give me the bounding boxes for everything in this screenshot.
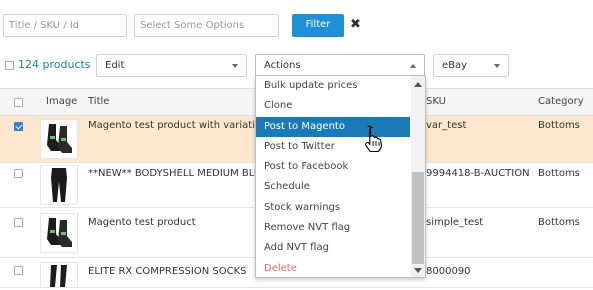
column-header-category[interactable]: Category (538, 88, 584, 116)
product-thumbnail (40, 119, 78, 159)
edit-select[interactable]: Edit (96, 54, 247, 77)
chevron-down-icon (232, 64, 238, 68)
product-thumbnail (40, 165, 78, 205)
chevron-down-icon (494, 64, 500, 68)
menu-item-post-to-magento[interactable]: Post to Magento (256, 116, 410, 137)
actions-select-label: Actions (264, 60, 301, 71)
row-checkbox[interactable] (14, 218, 23, 227)
menu-item-clone[interactable]: Clone (256, 96, 410, 116)
compression-socks-image (50, 265, 67, 287)
select-all-checkbox[interactable] (5, 61, 14, 70)
channel-select[interactable]: eBay (433, 54, 509, 77)
scrollbar-thumb[interactable] (412, 172, 424, 264)
row-sku: 8000090 (426, 266, 471, 277)
row-category: Bottoms (538, 168, 580, 179)
edit-select-label: Edit (105, 60, 125, 71)
socks-image (47, 124, 72, 153)
row-category: Bottoms (538, 217, 580, 228)
clear-filter-icon[interactable]: ✖ (350, 17, 361, 32)
actions-dropdown-menu: Bulk update prices Clone Post to Magento Po… (255, 75, 426, 278)
menu-item-post-to-facebook[interactable]: Post to Facebook (256, 157, 410, 177)
actions-menu-list: Bulk update prices Clone Post to Magento Po… (256, 76, 410, 279)
hand-cursor-icon (365, 125, 382, 152)
actions-select[interactable]: Actions (255, 54, 425, 77)
scroll-down-arrow-icon[interactable] (414, 268, 422, 273)
product-thumbnail (40, 262, 78, 288)
products-count-link[interactable]: 124 products (18, 58, 91, 71)
row-title: Magento test product (88, 217, 196, 228)
menu-scrollbar[interactable] (411, 76, 425, 277)
row-title: ELITE RX COMPRESSION SOCKS (88, 266, 247, 277)
row-sku: var_test (426, 120, 467, 131)
scroll-up-arrow-icon[interactable] (414, 82, 422, 87)
socks-image (47, 218, 72, 247)
menu-item-stock-warnings[interactable]: Stock warnings (256, 198, 410, 218)
row-title: Magento test product with variations (88, 120, 273, 131)
row-checkbox[interactable] (14, 122, 23, 131)
menu-item-bulk-update-prices[interactable]: Bulk update prices (256, 76, 410, 96)
header-checkbox[interactable] (14, 98, 23, 107)
menu-item-delete[interactable]: Delete (256, 259, 410, 279)
row-checkbox[interactable] (14, 169, 23, 178)
column-header-title[interactable]: Title (88, 88, 109, 116)
menu-item-remove-nvt-flag[interactable]: Remove NVT flag (256, 218, 410, 238)
search-input[interactable]: Title / SKU / Id (3, 14, 127, 37)
menu-item-add-nvt-flag[interactable]: Add NVT flag (256, 238, 410, 258)
menu-item-post-to-twitter[interactable]: Post to Twitter (256, 137, 410, 157)
channel-select-label: eBay (442, 60, 468, 71)
column-header-image: Image (46, 96, 78, 107)
row-sku: 9994418-B-AUCTION (426, 168, 530, 179)
options-select[interactable]: Select Some Options (134, 14, 279, 37)
menu-item-schedule[interactable]: Schedule (256, 177, 410, 197)
product-thumbnail (40, 213, 78, 253)
leggings-image (51, 168, 67, 202)
row-category: Bottoms (538, 120, 580, 131)
column-header-sku[interactable]: SKU (426, 88, 446, 116)
filter-button[interactable]: Filter (292, 14, 344, 37)
chevron-up-icon (410, 64, 416, 68)
row-checkbox[interactable] (14, 266, 23, 275)
row-sku: simple_test (426, 217, 484, 228)
